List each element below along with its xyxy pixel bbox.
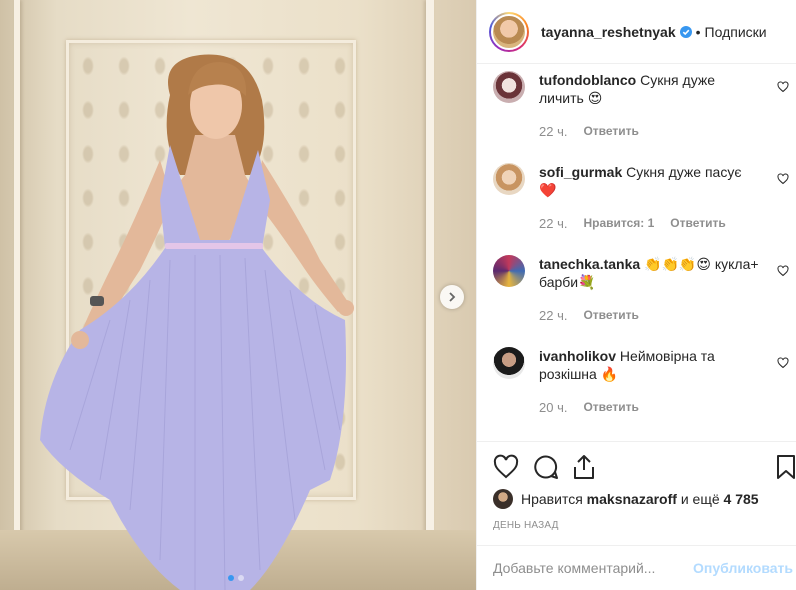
comment-input[interactable] <box>493 560 693 576</box>
commenter-avatar[interactable] <box>493 347 525 379</box>
likes-count[interactable]: 4 785 <box>724 491 759 507</box>
comment-likes-count[interactable]: Нравится: 1 <box>583 216 654 231</box>
comment-text-block: sofi_gurmak Сукня дуже пасує ❤️ <box>539 163 759 199</box>
bookmark-icon[interactable] <box>773 454 796 480</box>
following-button[interactable]: Подписки <box>705 24 767 40</box>
carousel-dot-2 <box>238 575 244 581</box>
header-separator: • <box>695 23 701 40</box>
reply-button[interactable]: Ответить <box>670 216 725 231</box>
like-comment-heart-icon[interactable] <box>777 173 789 185</box>
comment-meta: 20 ч. Ответить <box>539 400 639 415</box>
publish-button[interactable]: Опубликовать <box>693 560 793 576</box>
comment-time: 22 ч. <box>539 308 568 323</box>
comment-text-block: tanechka.tanka 👏👏👏😍 кукла+ барби💐 <box>539 255 759 291</box>
commenter-username[interactable]: tanechka.tanka <box>539 256 640 272</box>
carousel-indicator <box>228 575 244 581</box>
comment-time: 22 ч. <box>539 216 568 231</box>
likes-prefix: Нравится <box>521 491 583 507</box>
author-avatar[interactable] <box>489 11 529 52</box>
verified-icon <box>679 25 692 38</box>
reply-button[interactable]: Ответить <box>583 308 638 323</box>
heart-icon[interactable] <box>493 454 519 480</box>
post-side-panel: tayanna_reshetnyak • Подписки tufondobla… <box>476 0 796 590</box>
author-username[interactable]: tayanna_reshetnyak <box>541 24 676 40</box>
liker-avatar <box>493 489 513 509</box>
likes-middle: и ещё <box>680 491 720 507</box>
commenter-avatar[interactable] <box>493 255 525 287</box>
commenter-avatar[interactable] <box>493 71 525 103</box>
comment-text-block: tufondoblanco Сукня дуже личить 😍 <box>539 71 759 107</box>
commenter-username[interactable]: sofi_gurmak <box>539 164 622 180</box>
share-icon[interactable] <box>571 454 597 480</box>
post-time: ДЕНЬ НАЗАД <box>493 520 559 531</box>
comments-list[interactable]: tufondoblanco Сукня дуже личить 😍 22 ч. … <box>477 65 796 441</box>
carousel-next-button[interactable] <box>440 285 464 309</box>
likes-summary[interactable]: Нравится maksnazaroff и ещё 4 785 <box>493 489 759 509</box>
like-comment-heart-icon[interactable] <box>777 357 789 369</box>
commenter-username[interactable]: ivanholikov <box>539 348 616 364</box>
like-comment-heart-icon[interactable] <box>777 265 789 277</box>
commenter-username[interactable]: tufondoblanco <box>539 72 636 88</box>
comment-meta: 22 ч. Нравится: 1 Ответить <box>539 216 726 231</box>
comment-icon[interactable] <box>533 454 559 480</box>
like-comment-heart-icon[interactable] <box>777 81 789 93</box>
reply-button[interactable]: Ответить <box>583 124 638 139</box>
liker-username[interactable]: maksnazaroff <box>587 491 677 507</box>
post-actions: Нравится maksnazaroff и ещё 4 785 ДЕНЬ Н… <box>477 441 796 545</box>
post-header: tayanna_reshetnyak • Подписки <box>477 0 796 64</box>
carousel-dot-1 <box>228 575 234 581</box>
comment-time: 20 ч. <box>539 400 568 415</box>
reply-button[interactable]: Ответить <box>583 400 638 415</box>
comment-meta: 22 ч. Ответить <box>539 124 639 139</box>
chevron-right-icon <box>449 292 456 302</box>
comment-meta: 22 ч. Ответить <box>539 308 639 323</box>
post-photo[interactable] <box>0 0 476 590</box>
add-comment-bar: Опубликовать <box>477 545 796 590</box>
comment-text-block: ivanholikov Неймовірна та розкішна 🔥 <box>539 347 759 383</box>
commenter-avatar[interactable] <box>493 163 525 195</box>
comment-time: 22 ч. <box>539 124 568 139</box>
woman-in-dress <box>40 54 354 590</box>
